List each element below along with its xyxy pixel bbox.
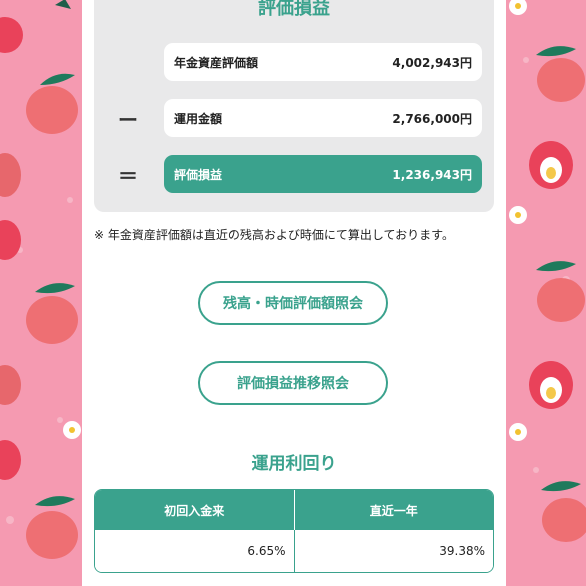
returns-table-header: 初回入金来 直近一年: [95, 490, 493, 530]
valuation-summary: 評価損益 年金資産評価額 4,002,943円 ー 運用金額 2,766,000…: [94, 0, 494, 212]
valuation-title: 評価損益: [258, 0, 330, 19]
row-label: 運用金額: [174, 111, 223, 126]
row-pension-asset-value: 年金資産評価額 4,002,943円: [164, 43, 482, 81]
returns-table-row: 6.65% 39.38%: [95, 530, 493, 572]
row-label: 年金資産評価額: [174, 55, 259, 70]
equals-sign: ＝: [118, 164, 138, 188]
returns-title: 運用利回り: [251, 454, 337, 474]
row-value: 2,766,000円: [392, 111, 472, 126]
fruit-pattern-icon: [506, 0, 586, 586]
returns-table: 初回入金来 直近一年 6.65% 39.38%: [94, 489, 494, 573]
minus-sign: ー: [118, 108, 138, 132]
balance-valuation-inquiry-button[interactable]: 残高・時価評価額照会: [198, 281, 388, 325]
header-since-first-deposit: 初回入金来: [164, 503, 225, 518]
row-label: 評価損益: [174, 167, 223, 182]
row-investment-amount: 運用金額 2,766,000円: [164, 99, 482, 137]
value-since-first-deposit: 6.65%: [247, 544, 286, 558]
row-value: 4,002,943円: [392, 55, 472, 70]
valuation-note: ※ 年金資産評価額は直近の残高および時価にて算出しております。: [94, 228, 454, 242]
valuation-trend-inquiry-button[interactable]: 評価損益推移照会: [198, 361, 388, 405]
main-panel: 評価損益 年金資産評価額 4,002,943円 ー 運用金額 2,766,000…: [82, 0, 506, 586]
header-last-year: 直近一年: [293, 490, 494, 530]
value-last-year: 39.38%: [293, 530, 494, 572]
row-valuation-gain: 評価損益 1,236,943円: [164, 155, 482, 193]
decorative-pattern-left: [0, 0, 82, 586]
decorative-pattern-right: [506, 0, 586, 586]
fruit-pattern-icon: [0, 0, 82, 586]
row-value: 1,236,943円: [392, 167, 472, 182]
